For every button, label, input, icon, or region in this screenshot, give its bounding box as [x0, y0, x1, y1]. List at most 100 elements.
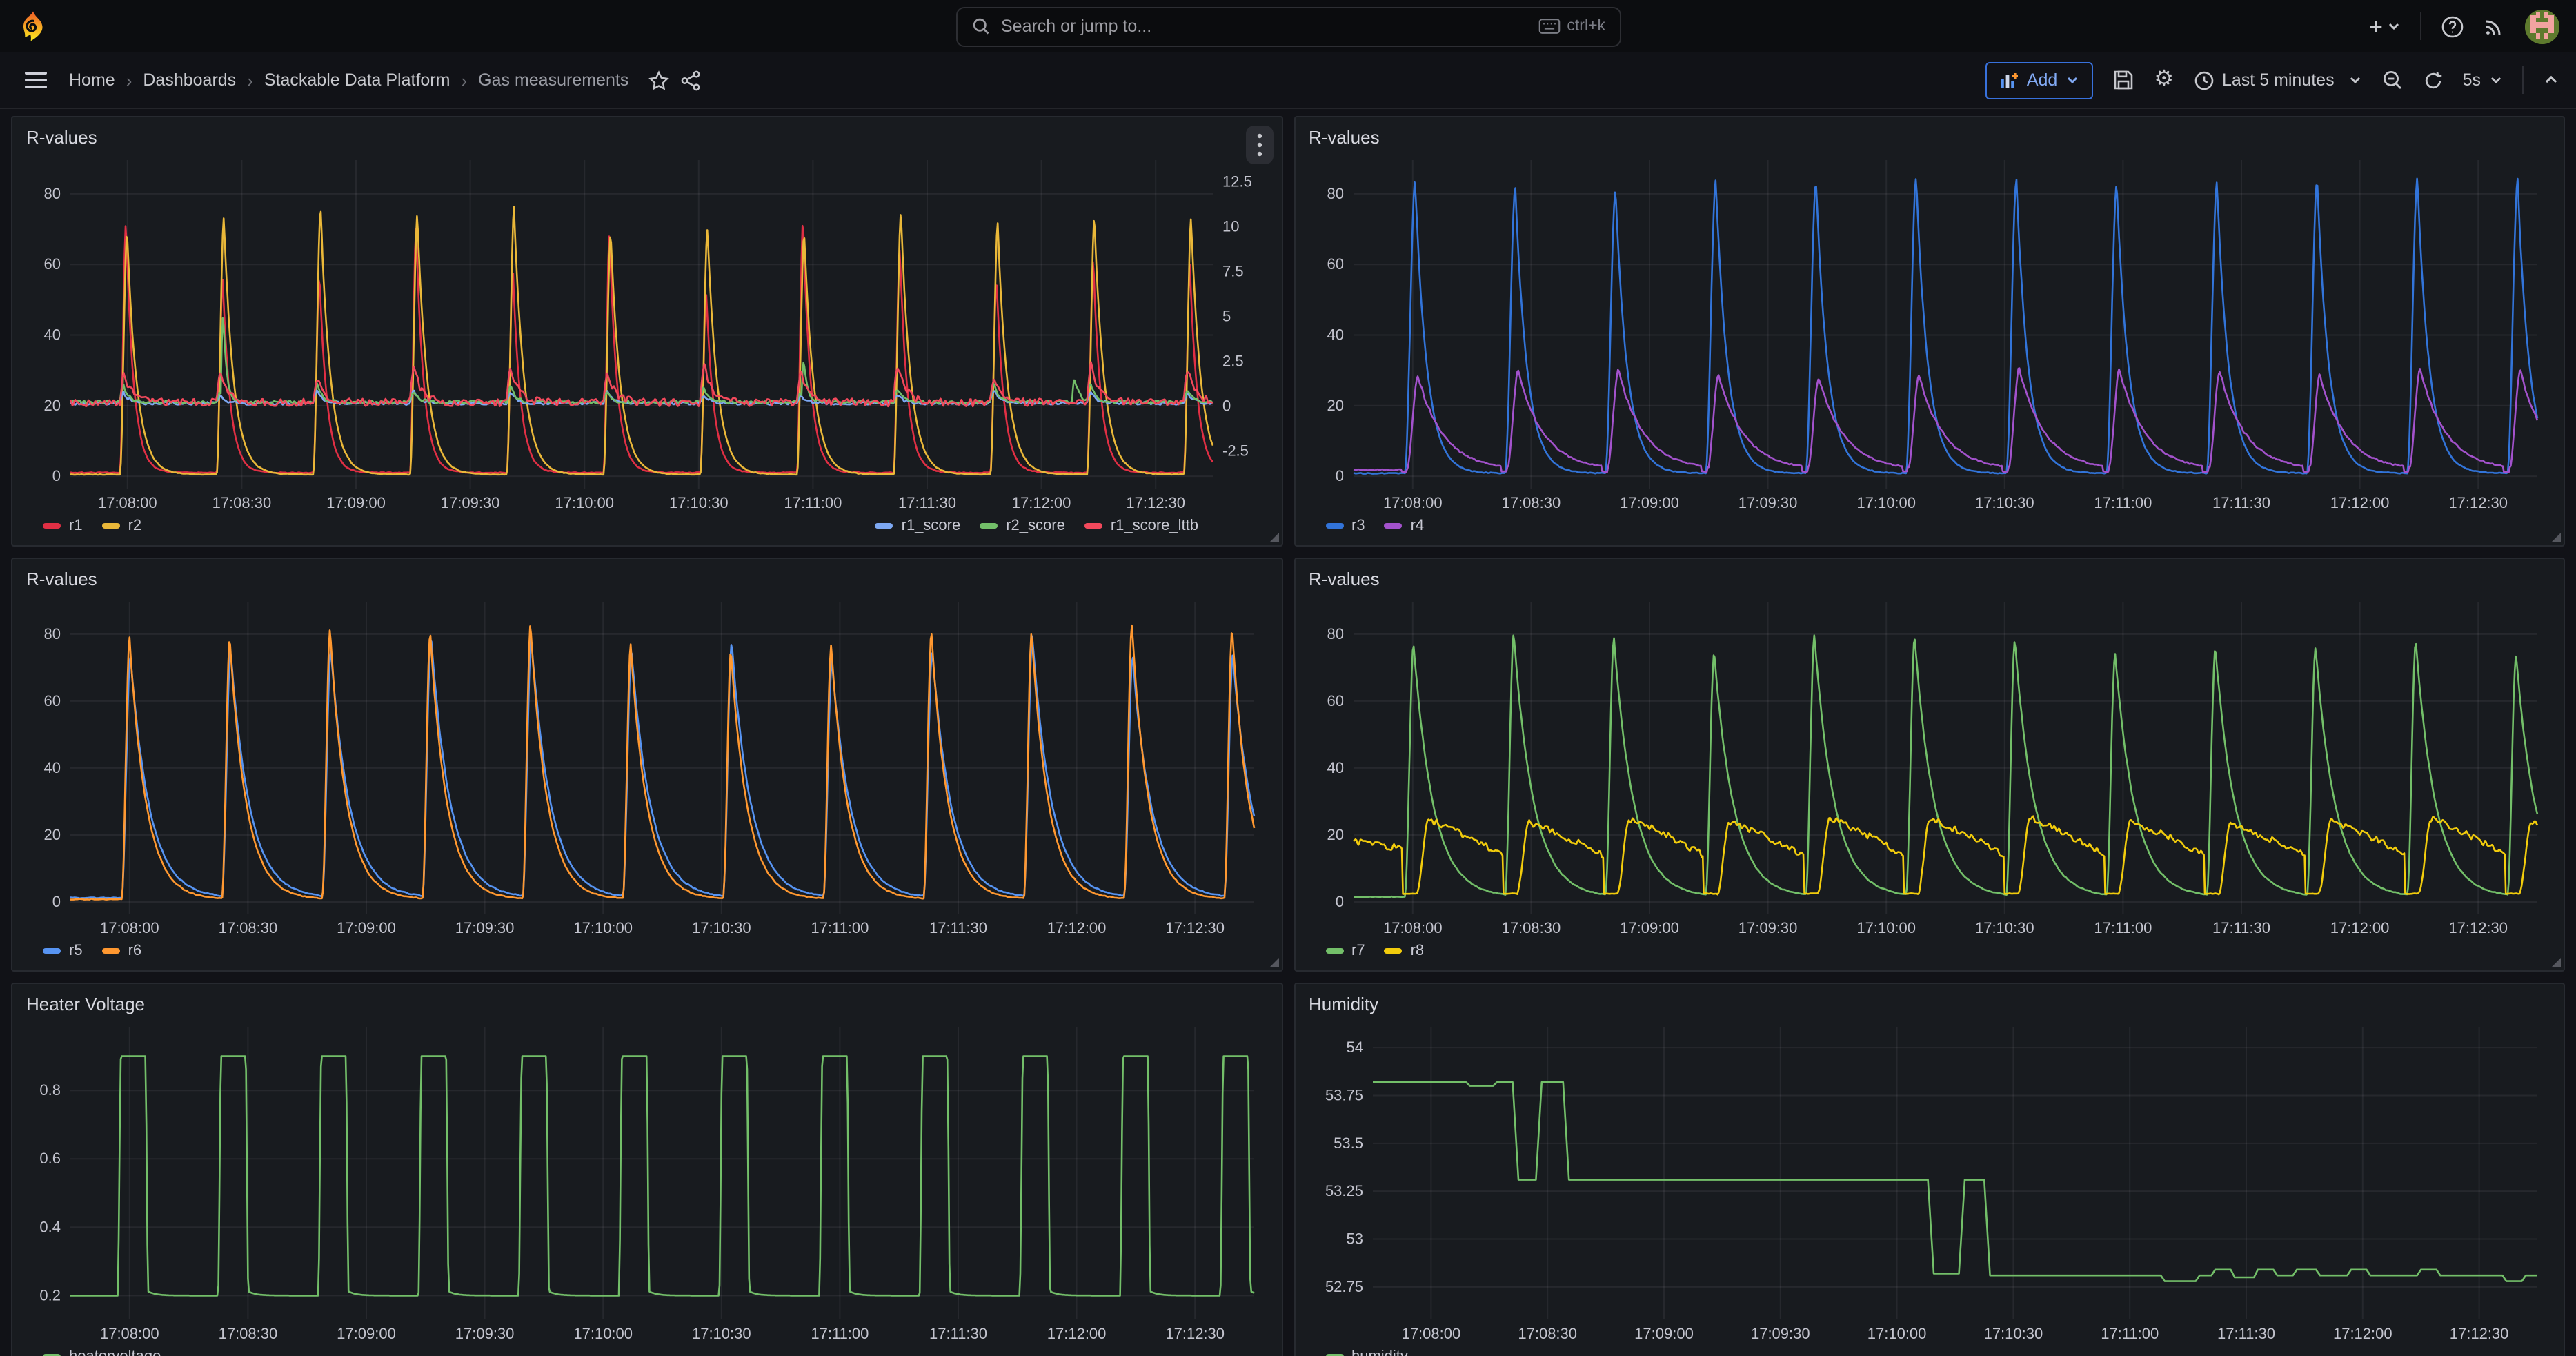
x-axis-tick-label: 17:11:00: [811, 919, 869, 936]
legend-item-r2_score[interactable]: r2_score: [980, 518, 1065, 534]
legend-item-humidity[interactable]: humidity: [1325, 1348, 1408, 1356]
chevron-up-icon: [2543, 72, 2559, 88]
legend-swatch: [43, 523, 61, 529]
x-axis-tick-label: 17:10:00: [1856, 494, 1915, 511]
share-button[interactable]: [680, 70, 700, 90]
menu-toggle-icon[interactable]: [25, 72, 47, 88]
breadcrumb-dashboards[interactable]: Dashboards: [143, 70, 236, 90]
x-axis-tick-label: 17:10:30: [1974, 919, 2034, 936]
legend-item-r3[interactable]: r3: [1325, 518, 1365, 534]
legend-item-r2[interactable]: r2: [102, 518, 142, 534]
legend-swatch: [102, 948, 120, 954]
panel-plot[interactable]: 02040608017:08:0017:08:3017:09:0017:09:3…: [1306, 155, 2553, 513]
x-axis-tick-label: 17:11:30: [929, 919, 987, 936]
breadcrumb-home[interactable]: Home: [69, 70, 115, 90]
panel-header[interactable]: R-values: [1306, 566, 2553, 596]
panel-plot[interactable]: 0.20.40.60.817:08:0017:08:3017:09:0017:0…: [23, 1021, 1270, 1344]
refresh-interval-select[interactable]: 5s: [2463, 70, 2503, 90]
panel-plot[interactable]: 02040608017:08:0017:08:3017:09:0017:09:3…: [1306, 596, 2553, 939]
help-button[interactable]: [2441, 14, 2464, 38]
legend-label: r2: [128, 518, 142, 534]
legend-label: r6: [128, 943, 142, 959]
y-axis-tick-label: 0: [1335, 467, 1343, 484]
new-button[interactable]: +: [2369, 14, 2401, 38]
y-axis-right-tick-label: 5: [1222, 307, 1231, 324]
news-button[interactable]: [2484, 15, 2506, 37]
legend-label: heatervoltage: [69, 1348, 161, 1356]
save-button[interactable]: [2112, 69, 2134, 91]
panel-plot[interactable]: 52.755353.2553.553.755417:08:0017:08:301…: [1306, 1021, 2553, 1344]
x-axis-tick-label: 17:08:30: [1501, 919, 1561, 936]
x-axis-tick-label: 17:08:00: [1383, 919, 1442, 936]
user-avatar[interactable]: [2525, 9, 2559, 43]
x-axis-tick-label: 17:12:00: [2332, 1325, 2392, 1342]
settings-button[interactable]: ⚙: [2154, 69, 2174, 91]
gear-icon: ⚙: [2154, 69, 2174, 91]
x-axis-tick-label: 17:08:30: [1517, 1325, 1576, 1342]
panel-legend: heatervoltage: [23, 1344, 1270, 1356]
search-input[interactable]: Search or jump to... ctrl+k: [955, 6, 1621, 46]
x-axis-tick-label: 17:10:30: [1974, 494, 2034, 511]
chart-svg: 020406080-2.502.557.51012.517:08:0017:08…: [23, 155, 1271, 513]
chevron-down-icon: [2489, 73, 2503, 87]
x-axis-tick-label: 17:09:30: [455, 919, 515, 936]
breadcrumb-folder[interactable]: Stackable Data Platform: [264, 70, 450, 90]
panel-header[interactable]: R-values: [23, 124, 1270, 155]
x-axis-tick-label: 17:09:00: [1619, 919, 1678, 936]
y-axis-tick-label: 40: [44, 326, 61, 344]
plus-icon: +: [2369, 14, 2383, 38]
panel-header[interactable]: R-values: [23, 566, 1270, 596]
legend-item-r4[interactable]: r4: [1385, 518, 1425, 534]
legend-swatch: [1385, 523, 1403, 529]
panel-header[interactable]: R-values: [1306, 124, 2553, 155]
panel-title: R-values: [1309, 569, 1380, 589]
breadcrumb-separator: ›: [247, 70, 253, 90]
keyboard-icon: [1538, 18, 1560, 35]
panel-plot[interactable]: 02040608017:08:0017:08:3017:09:0017:09:3…: [23, 596, 1270, 939]
legend-swatch: [1325, 948, 1343, 954]
divider: [2420, 12, 2421, 40]
breadcrumb-separator: ›: [461, 70, 467, 90]
y-axis-tick-label: 20: [1327, 826, 1343, 843]
collapse-topbar-button[interactable]: [2543, 72, 2559, 88]
favorite-button[interactable]: [648, 70, 668, 90]
legend-item-r1_score_lttb[interactable]: r1_score_lttb: [1084, 518, 1198, 534]
panel-header[interactable]: Heater Voltage: [23, 991, 1270, 1021]
panel-header[interactable]: Humidity: [1306, 991, 2553, 1021]
add-button[interactable]: Add: [1985, 61, 2094, 99]
legend-item-r1_score[interactable]: r1_score: [875, 518, 961, 534]
y-axis-tick-label: 80: [1327, 185, 1343, 202]
x-axis-tick-label: 17:10:30: [1983, 1325, 2043, 1342]
time-range-picker[interactable]: Last 5 minutes: [2193, 70, 2362, 90]
x-axis-tick-label: 17:10:30: [692, 919, 751, 936]
legend-item-heatervoltage[interactable]: heatervoltage: [43, 1348, 161, 1356]
legend-item-r7[interactable]: r7: [1325, 943, 1365, 959]
y-axis-tick-label: 53.75: [1325, 1087, 1363, 1104]
legend-item-r8[interactable]: r8: [1385, 943, 1425, 959]
x-axis-tick-label: 17:11:00: [2093, 919, 2151, 936]
zoom-out-button[interactable]: [2381, 69, 2404, 91]
y-axis-tick-label: 0: [52, 893, 61, 910]
panel-legend: r3 r4: [1306, 513, 2553, 538]
chart-svg: 52.755353.2553.553.755417:08:0017:08:301…: [1306, 1021, 2553, 1344]
y-axis-right-tick-label: 10: [1222, 217, 1239, 235]
panel-plot[interactable]: 020406080-2.502.557.51012.517:08:0017:08…: [23, 155, 1270, 513]
breadcrumb-current: Gas measurements: [478, 70, 628, 90]
legend-item-r5[interactable]: r5: [43, 943, 83, 959]
y-axis-tick-label: 20: [1327, 397, 1343, 414]
refresh-button[interactable]: [2423, 70, 2444, 90]
chevron-down-icon: [2065, 73, 2079, 87]
x-axis-tick-label: 17:08:00: [100, 1325, 159, 1342]
x-axis-tick-label: 17:11:30: [929, 1325, 987, 1342]
legend-item-r1[interactable]: r1: [43, 518, 83, 534]
x-axis-tick-label: 17:10:00: [573, 1325, 633, 1342]
legend-swatch: [102, 523, 120, 529]
x-axis-tick-label: 17:09:30: [1738, 494, 1797, 511]
search-icon: [971, 17, 990, 36]
breadcrumb: Home › Dashboards › Stackable Data Platf…: [69, 70, 628, 90]
x-axis-tick-label: 17:12:00: [1047, 1325, 1107, 1342]
panel-legend: r5 r6: [23, 939, 1270, 963]
y-axis-tick-label: 20: [44, 826, 61, 843]
legend-item-r6[interactable]: r6: [102, 943, 142, 959]
grafana-logo-icon[interactable]: [17, 10, 50, 43]
